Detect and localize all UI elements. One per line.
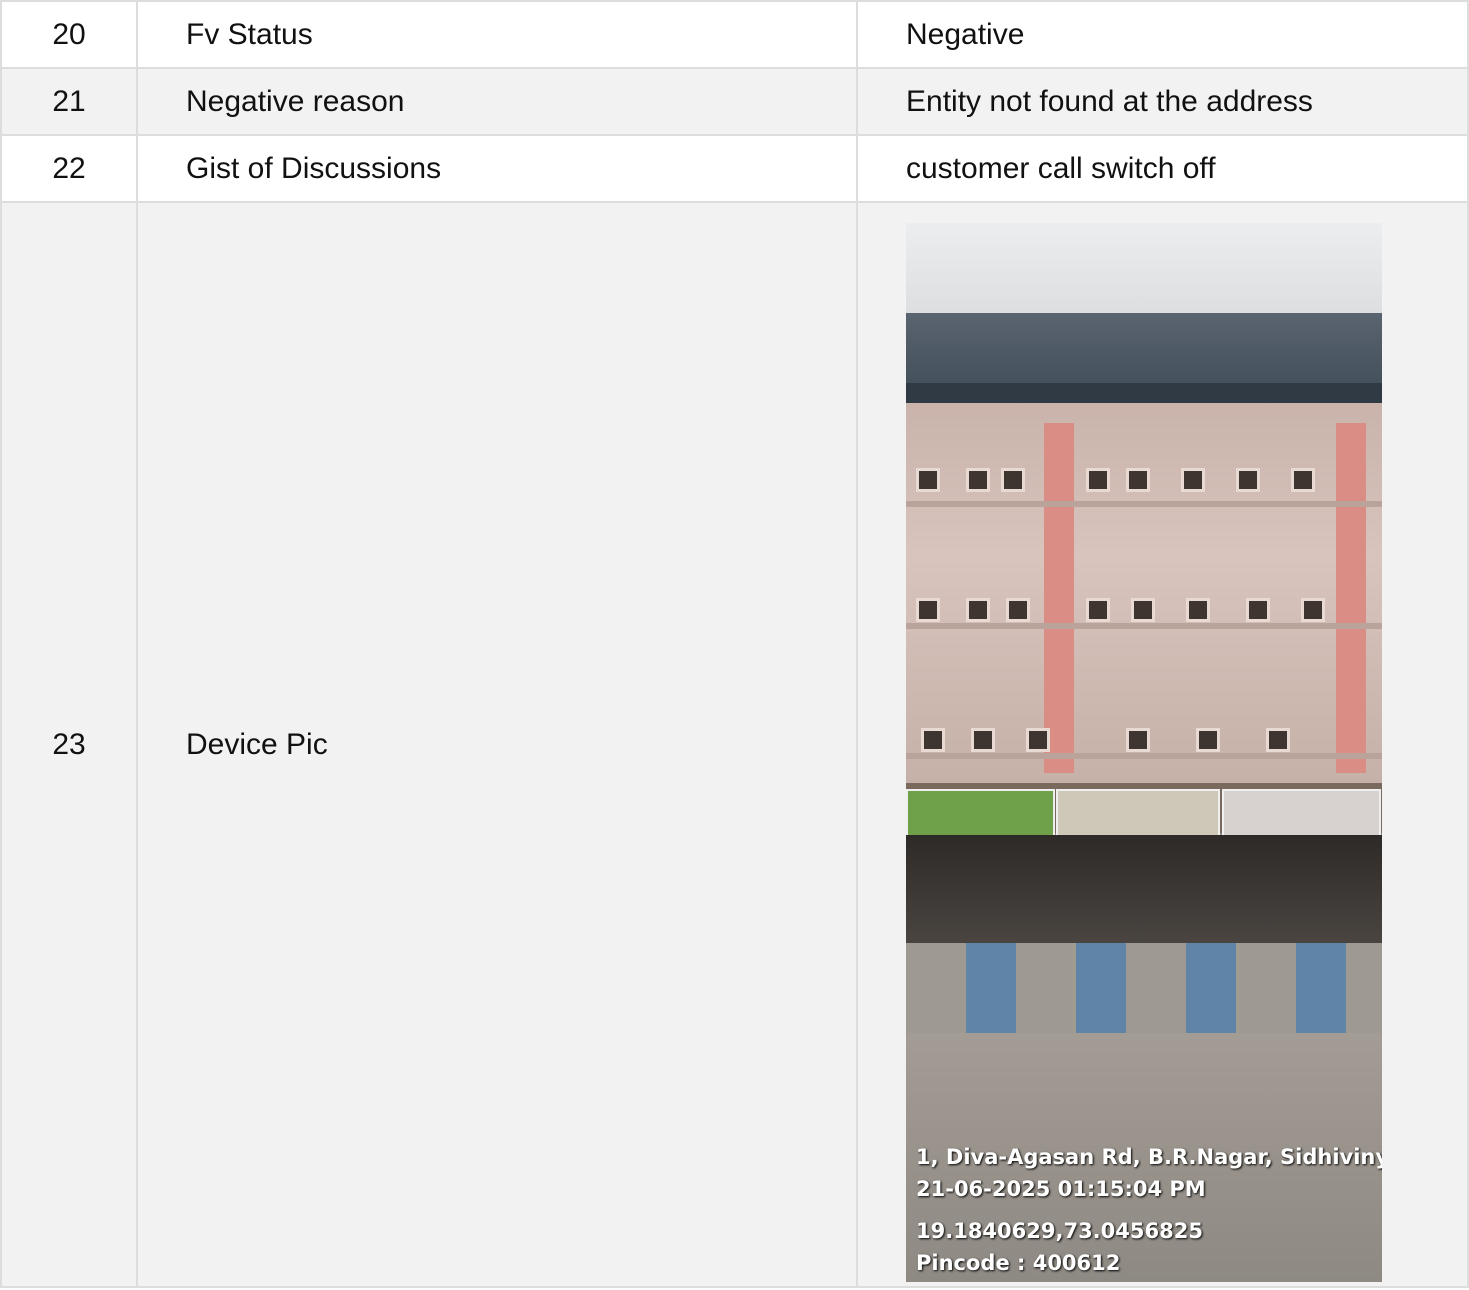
photo-window bbox=[1236, 468, 1260, 492]
report-table: 20 Fv Status Negative 21 Negative reason… bbox=[0, 0, 1469, 1288]
row-number: 20 bbox=[0, 0, 138, 69]
photo-window bbox=[966, 468, 990, 492]
photo-band bbox=[906, 501, 1382, 507]
photo-roof-edge bbox=[906, 383, 1382, 403]
photo-window bbox=[1126, 728, 1150, 752]
photo-window bbox=[1291, 468, 1315, 492]
table-row: 22 Gist of Discussions customer call swi… bbox=[0, 134, 1469, 203]
photo-window bbox=[1131, 598, 1155, 622]
photo-window bbox=[1196, 728, 1220, 752]
table-row: 23 Device Pic 1, Diva-Agasan Rd, B.R.Nag… bbox=[0, 201, 1469, 1288]
row-label: Negative reason bbox=[136, 67, 858, 136]
row-label: Fv Status bbox=[136, 0, 858, 69]
photo-datetime: 21-06-2025 01:15:04 PM bbox=[916, 1177, 1206, 1201]
photo-pincode: Pincode : 400612 bbox=[916, 1251, 1121, 1275]
photo-facade bbox=[906, 403, 1382, 783]
photo-shopfronts bbox=[906, 835, 1382, 945]
row-number: 21 bbox=[0, 67, 138, 136]
photo-band bbox=[906, 753, 1382, 759]
photo-window bbox=[916, 468, 940, 492]
row-label: Device Pic bbox=[136, 201, 858, 1288]
photo-kerb bbox=[906, 943, 1382, 1033]
device-pic-cell: 1, Diva-Agasan Rd, B.R.Nagar, Sidhivinya… bbox=[856, 201, 1469, 1288]
photo-address: 1, Diva-Agasan Rd, B.R.Nagar, Sidhivinya… bbox=[916, 1145, 1382, 1169]
row-number: 22 bbox=[0, 134, 138, 203]
photo-window bbox=[921, 728, 945, 752]
photo-band bbox=[906, 623, 1382, 629]
device-photo[interactable]: 1, Diva-Agasan Rd, B.R.Nagar, Sidhivinya… bbox=[906, 223, 1382, 1282]
photo-window bbox=[971, 728, 995, 752]
row-value: Entity not found at the address bbox=[856, 67, 1469, 136]
photo-window bbox=[1006, 598, 1030, 622]
photo-window bbox=[1086, 468, 1110, 492]
row-value: Negative bbox=[856, 0, 1469, 69]
table-row: 20 Fv Status Negative bbox=[0, 0, 1469, 69]
photo-window bbox=[916, 598, 940, 622]
photo-window bbox=[1181, 468, 1205, 492]
photo-window bbox=[966, 598, 990, 622]
photo-shop-sign bbox=[906, 789, 1055, 837]
row-value: customer call switch off bbox=[856, 134, 1469, 203]
row-label: Gist of Discussions bbox=[136, 134, 858, 203]
photo-window bbox=[1126, 468, 1150, 492]
photo-window bbox=[1266, 728, 1290, 752]
photo-shop-sign bbox=[1222, 789, 1381, 837]
photo-window bbox=[1246, 598, 1270, 622]
photo-window bbox=[1301, 598, 1325, 622]
photo-window bbox=[1026, 728, 1050, 752]
photo-window bbox=[1001, 468, 1025, 492]
photo-window bbox=[1186, 598, 1210, 622]
photo-coordinates: 19.1840629,73.0456825 bbox=[916, 1219, 1203, 1243]
photo-shop-sign bbox=[1056, 789, 1220, 837]
table-row: 21 Negative reason Entity not found at t… bbox=[0, 67, 1469, 136]
photo-stripe bbox=[1044, 423, 1074, 773]
photo-stripe bbox=[1336, 423, 1366, 773]
photo-window bbox=[1086, 598, 1110, 622]
row-number: 23 bbox=[0, 201, 138, 1288]
